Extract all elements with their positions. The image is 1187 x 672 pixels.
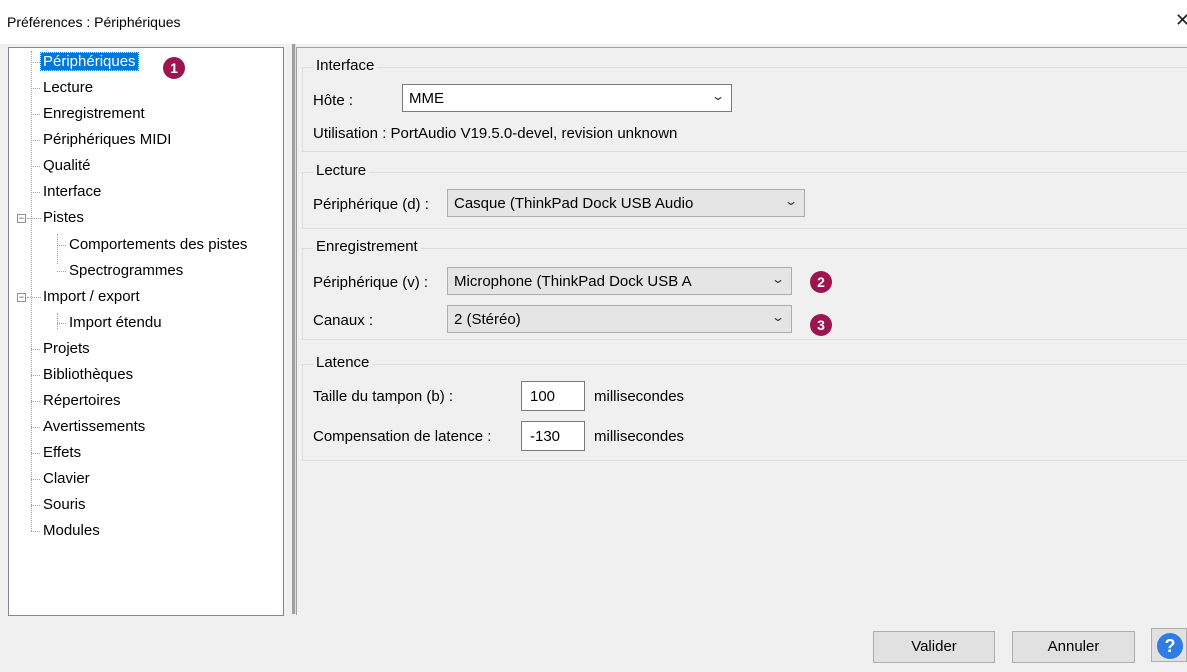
chevron-down-icon: ⌄: [770, 310, 786, 324]
group-title: Latence: [313, 354, 373, 371]
recording-device-select[interactable]: Microphone (ThinkPad Dock USB A ⌄: [447, 267, 792, 295]
tree-item-lecture[interactable]: Lecture: [31, 77, 95, 99]
callout-marker-2: 2: [810, 271, 832, 293]
host-select[interactable]: MME ⌄: [402, 84, 732, 112]
tree-item-label: Enregistrement: [43, 105, 145, 122]
cancel-button[interactable]: Annuler: [1012, 631, 1135, 663]
tree-item-label: Qualité: [43, 157, 91, 174]
playback-device-value: Casque (ThinkPad Dock USB Audio: [454, 195, 694, 212]
callout-marker-3: 3: [810, 314, 832, 336]
tree-item-avertissements[interactable]: Avertissements: [31, 416, 147, 438]
tree-item-import-etendu[interactable]: Import étendu: [57, 312, 164, 334]
playback-device-label: Périphérique (d) :: [313, 196, 429, 213]
latency-group: Latence Taille du tampon (b) : 100 milli…: [302, 354, 1187, 461]
tree-item-peripheriques[interactable]: Périphériques: [31, 51, 139, 73]
chevron-down-icon: ⌄: [770, 272, 786, 286]
chevron-down-icon: ⌄: [783, 194, 799, 208]
window-title: Préférences : Périphériques: [7, 14, 181, 30]
settings-panel: Interface Hôte : MME ⌄ Utilisation : Por…: [296, 47, 1187, 615]
ok-button[interactable]: Valider: [873, 631, 995, 663]
collapse-icon[interactable]: −: [17, 214, 26, 223]
tree-item-label: Lecture: [43, 79, 94, 96]
group-title: Lecture: [313, 162, 370, 179]
interface-group: Interface Hôte : MME ⌄ Utilisation : Por…: [302, 57, 1187, 152]
channels-select[interactable]: 2 (Stéréo) ⌄: [447, 305, 792, 333]
tree-item-projets[interactable]: Projets: [31, 338, 92, 360]
buffer-size-label: Taille du tampon (b) :: [313, 388, 454, 405]
tree-item-spectrogrammes[interactable]: Spectrogrammes: [57, 260, 185, 282]
tree-item-import-export[interactable]: − Import / export: [17, 286, 142, 308]
tree-item-label: Pistes: [43, 209, 84, 226]
tree-item-peripheriques-midi[interactable]: Périphériques MIDI: [31, 129, 173, 151]
latency-compensation-label: Compensation de latence :: [313, 428, 492, 445]
compensation-unit-label: millisecondes: [594, 428, 685, 445]
channels-value: 2 (Stéréo): [454, 311, 521, 328]
tree-item-pistes[interactable]: − Pistes: [17, 207, 86, 229]
tree-item-label: Import étendu: [69, 314, 162, 331]
tree-item-label: Modules: [43, 522, 100, 539]
chevron-down-icon: ⌄: [710, 89, 726, 103]
recording-group: Enregistrement Périphérique (v) : Microp…: [302, 238, 1187, 340]
buffer-size-input[interactable]: 100: [521, 381, 585, 411]
tree-item-label: Répertoires: [43, 392, 121, 409]
tree-item-effets[interactable]: Effets: [31, 442, 83, 464]
recording-device-value: Microphone (ThinkPad Dock USB A: [454, 273, 692, 290]
tree-item-modules[interactable]: Modules: [31, 520, 102, 542]
callout-marker-1: 1: [163, 57, 185, 79]
tree-item-interface[interactable]: Interface: [31, 181, 103, 203]
latency-compensation-input[interactable]: -130: [521, 421, 585, 451]
tree-item-label: Bibliothèques: [43, 366, 134, 383]
close-icon[interactable]: ✕: [1175, 10, 1187, 31]
tree-item-label: Clavier: [43, 470, 90, 487]
tree-item-repertoires[interactable]: Répertoires: [31, 390, 123, 412]
tree-item-label: Comportements des pistes: [69, 236, 248, 253]
tree-item-clavier[interactable]: Clavier: [31, 468, 92, 490]
group-title: Interface: [313, 57, 378, 74]
playback-device-select[interactable]: Casque (ThinkPad Dock USB Audio ⌄: [447, 189, 805, 217]
collapse-icon[interactable]: −: [17, 293, 26, 302]
playback-group: Lecture Périphérique (d) : Casque (Think…: [302, 162, 1187, 229]
latency-compensation-value: -130: [530, 428, 561, 445]
buffer-size-value: 100: [530, 388, 556, 405]
tree-item-label: Import / export: [43, 288, 140, 305]
buffer-unit-label: millisecondes: [594, 388, 685, 405]
host-value: MME: [409, 90, 444, 107]
tree-item-label: Spectrogrammes: [69, 262, 184, 279]
channels-label: Canaux :: [313, 312, 374, 329]
tree-item-qualite[interactable]: Qualité: [31, 155, 93, 177]
tree-item-enregistrement[interactable]: Enregistrement: [31, 103, 147, 125]
usage-text: Utilisation : PortAudio V19.5.0-devel, r…: [313, 125, 678, 142]
tree-item-label: Avertissements: [43, 418, 146, 435]
tree-item-label: Projets: [43, 340, 90, 357]
tree-item-label: Souris: [43, 496, 86, 513]
help-icon: ?: [1157, 633, 1183, 659]
tree-item-label: Périphériques MIDI: [43, 131, 172, 148]
tree-item-label: Effets: [43, 444, 82, 461]
recording-device-label: Périphérique (v) :: [313, 274, 429, 291]
category-tree[interactable]: Périphériques Lecture Enregistrement Pér…: [8, 47, 284, 616]
tree-item-bibliotheques[interactable]: Bibliothèques: [31, 364, 135, 386]
help-button[interactable]: ?: [1151, 628, 1187, 662]
tree-item-label: Interface: [43, 183, 102, 200]
tree-item-souris[interactable]: Souris: [31, 494, 88, 516]
title-bar: Préférences : Périphériques ✕: [0, 0, 1187, 44]
tree-item-label: Périphériques: [40, 52, 139, 71]
host-label: Hôte :: [313, 92, 354, 109]
tree-item-comportements-pistes[interactable]: Comportements des pistes: [57, 234, 249, 256]
group-title: Enregistrement: [313, 238, 421, 255]
